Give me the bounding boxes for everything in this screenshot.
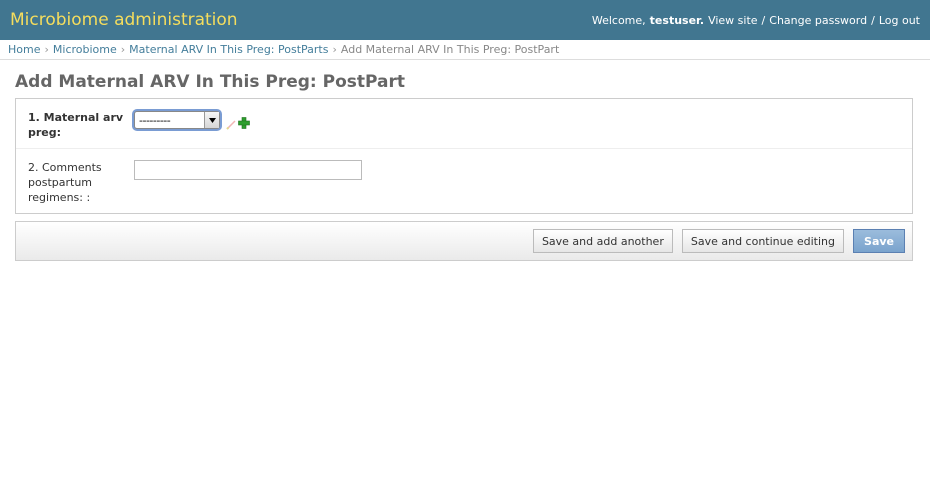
chevron-down-icon[interactable] (204, 112, 219, 128)
site-brand: Microbiome administration (10, 10, 238, 30)
breadcrumb-model-list[interactable]: Maternal ARV In This Preg: PostParts (129, 43, 328, 56)
save-and-add-another-button[interactable]: Save and add another (532, 229, 673, 253)
save-button[interactable]: Save (853, 229, 905, 253)
user-tools: Welcome, testuser. View site / Change pa… (592, 14, 920, 27)
breadcrumb-microbiome[interactable]: Microbiome (53, 43, 117, 56)
select-value: --------- (139, 113, 171, 127)
maternal-arv-preg-label: 1. Maternal arv preg: (28, 111, 124, 139)
page-title: Add Maternal ARV In This Preg: PostPart (15, 72, 406, 92)
submit-row: Save and add another Save and continue e… (15, 221, 913, 261)
log-out-link[interactable]: Log out (879, 14, 920, 27)
add-icon[interactable] (238, 114, 250, 129)
breadcrumb-home[interactable]: Home (8, 43, 40, 56)
comments-postpartum-label: 2. Comments postpartum regimens: : (28, 161, 102, 204)
breadcrumb-separator: › (120, 43, 126, 56)
comments-postpartum-input[interactable] (134, 160, 362, 180)
change-password-link[interactable]: Change password (769, 14, 867, 27)
main-content: Add Maternal ARV In This Preg: PostPart … (0, 60, 930, 271)
header-bar: Microbiome administration Welcome, testu… (0, 0, 930, 40)
maternal-arv-preg-select[interactable]: --------- (134, 111, 220, 129)
view-site-link[interactable]: View site (708, 14, 757, 27)
form-fieldset: 1. Maternal arv preg: --------- 2. Comme… (15, 98, 913, 214)
separator: / (761, 13, 766, 27)
save-and-continue-button[interactable]: Save and continue editing (681, 229, 845, 253)
edit-icon[interactable] (226, 115, 236, 130)
form-row-comments-postpartum: 2. Comments postpartum regimens: : (16, 149, 912, 213)
form-row-maternal-arv-preg: 1. Maternal arv preg: --------- (16, 99, 912, 149)
separator: / (871, 13, 875, 27)
breadcrumb-separator: › (44, 43, 49, 56)
welcome-text: Welcome, (591, 13, 646, 27)
breadcrumb-current: Add Maternal ARV In This Preg: PostPart (340, 43, 560, 56)
breadcrumb: Home › Microbiome › Maternal ARV In This… (0, 40, 930, 60)
username: testuser. (649, 13, 705, 27)
maternal-arv-preg-field-wrap: --------- (134, 111, 250, 130)
breadcrumb-separator: › (332, 43, 337, 56)
